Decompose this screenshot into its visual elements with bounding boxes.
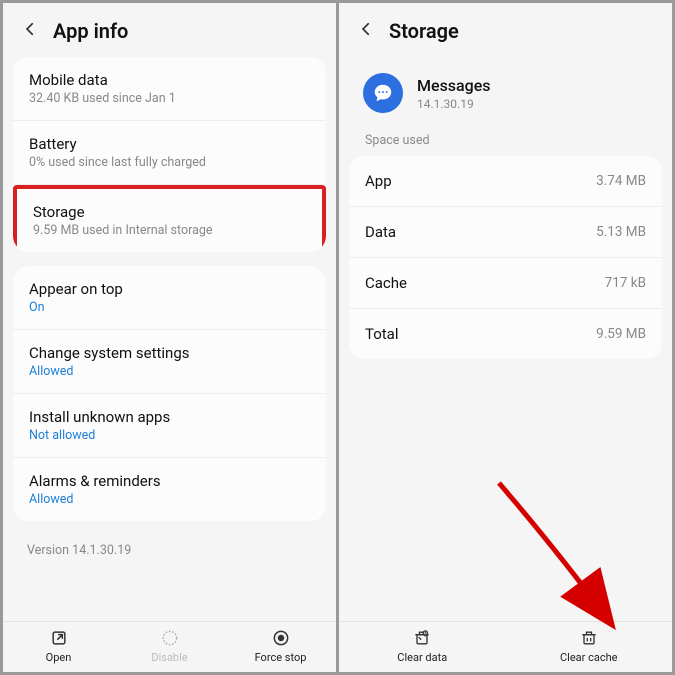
bottom-bar: Clear data Clear cache [339, 621, 672, 672]
force-stop-button[interactable]: Force stop [225, 628, 336, 664]
row-storage[interactable]: Storage 9.59 MB used in Internal storage [13, 185, 326, 252]
card-usage: Mobile data 32.40 KB used since Jan 1 Ba… [13, 57, 326, 252]
card-permissions: Appear on top On Change system settings … [13, 266, 326, 521]
app-header: Messages 14.1.30.19 [349, 57, 662, 133]
screen-app-info: App info Mobile data 32.40 KB used since… [3, 3, 336, 672]
header: Storage [339, 3, 672, 57]
app-version: 14.1.30.19 [417, 97, 491, 111]
bottom-bar: Open Disable Force stop [3, 621, 336, 672]
version-text: Version 14.1.30.19 [13, 535, 326, 572]
content: Mobile data 32.40 KB used since Jan 1 Ba… [3, 57, 336, 621]
card-space-used: App 3.74 MB Data 5.13 MB Cache 717 kB To… [349, 156, 662, 359]
page-title: Storage [389, 19, 459, 43]
section-label: Space used [349, 133, 662, 156]
open-button[interactable]: Open [3, 628, 114, 664]
disable-button: Disable [114, 628, 225, 664]
row-app: App 3.74 MB [349, 156, 662, 207]
row-total: Total 9.59 MB [349, 309, 662, 359]
row-change-settings[interactable]: Change system settings Allowed [13, 330, 326, 394]
page-title: App info [53, 19, 128, 43]
header: App info [3, 3, 336, 57]
row-appear-on-top[interactable]: Appear on top On [13, 266, 326, 330]
content: Messages 14.1.30.19 Space used App 3.74 … [339, 57, 672, 621]
clear-data-button[interactable]: Clear data [339, 628, 506, 664]
row-battery[interactable]: Battery 0% used since last fully charged [13, 121, 326, 185]
row-data: Data 5.13 MB [349, 207, 662, 258]
row-cache: Cache 717 kB [349, 258, 662, 309]
back-icon[interactable] [21, 20, 39, 42]
back-icon[interactable] [357, 20, 375, 42]
row-mobile-data[interactable]: Mobile data 32.40 KB used since Jan 1 [13, 57, 326, 121]
clear-cache-button[interactable]: Clear cache [506, 628, 673, 664]
row-install-unknown[interactable]: Install unknown apps Not allowed [13, 394, 326, 458]
app-name: Messages [417, 76, 491, 95]
screen-storage: Storage Messages 14.1.30.19 Space used A… [339, 3, 672, 672]
messages-icon [363, 73, 403, 113]
row-alarms[interactable]: Alarms & reminders Allowed [13, 458, 326, 521]
